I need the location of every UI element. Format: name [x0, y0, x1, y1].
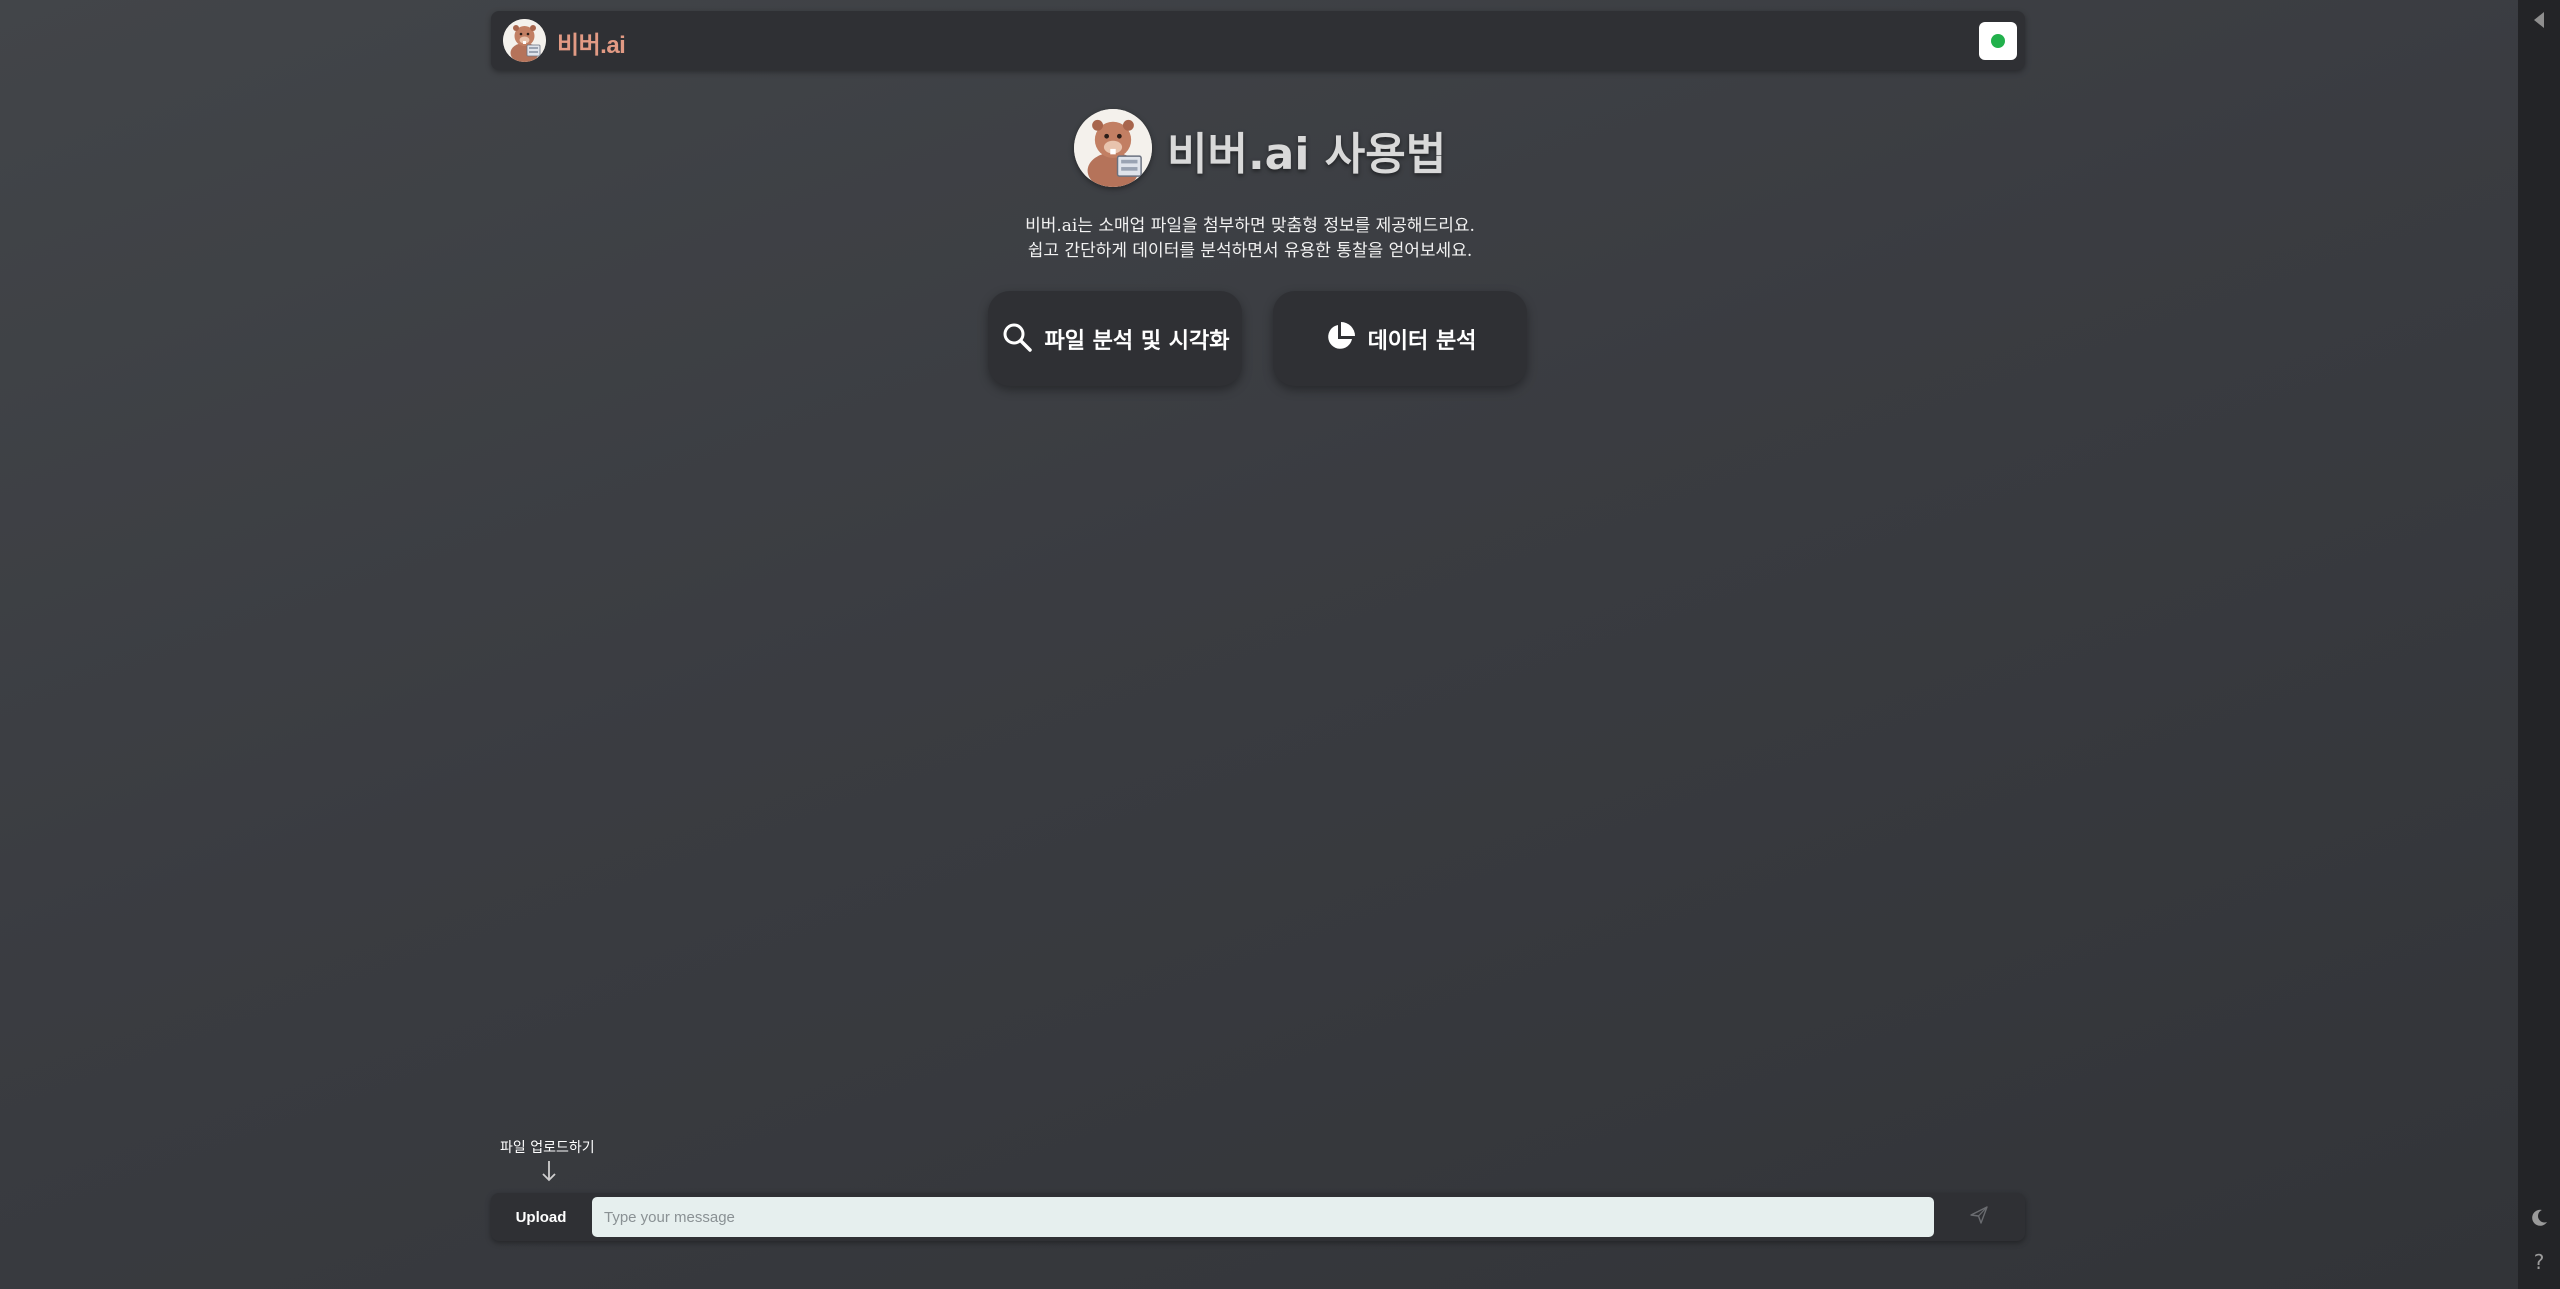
search-icon	[1001, 321, 1033, 357]
file-analysis-label: 파일 분석 및 시각화	[1044, 328, 1230, 354]
hero-description-line-1: 비버.ai는 소매업 파일을 첨부하면 맞춤형 정보를 제공해드리요.	[1025, 216, 1475, 236]
top-header: 비버.ai	[491, 11, 2025, 70]
send-icon	[1969, 1205, 1989, 1229]
online-status-icon	[1991, 34, 2005, 48]
app-page: 비버.ai 비버.ai 사용법 비버.ai는 소매업 파일을 첨부하면 맞춤형 …	[0, 0, 2560, 1289]
right-sidebar: ?	[2518, 0, 2560, 1289]
arrow-down-icon	[540, 1159, 558, 1183]
help-icon[interactable]: ?	[2518, 1250, 2560, 1274]
upload-button[interactable]: Upload	[505, 1199, 577, 1235]
chat-input-bar: Upload	[491, 1193, 2025, 1241]
hero-beaver-logo-icon	[1074, 109, 1152, 187]
collapse-sidebar-icon[interactable]	[2531, 10, 2547, 30]
page-title: 비버.ai 사용법	[1167, 129, 1447, 180]
file-analysis-visualization-button[interactable]: 파일 분석 및 시각화	[988, 291, 1242, 386]
upload-hint-label: 파일 업로드하기	[500, 1140, 595, 1156]
dark-mode-moon-icon[interactable]	[2529, 1208, 2549, 1228]
message-input[interactable]	[592, 1197, 1934, 1237]
hero-description: 비버.ai는 소매업 파일을 첨부하면 맞춤형 정보를 제공해드리요. 쉽고 간…	[900, 214, 1600, 264]
hero-description-line-2: 쉽고 간단하게 데이터를 분석하면서 유용한 통찰을 얻어보세요.	[1027, 241, 1473, 261]
send-button[interactable]	[1949, 1199, 2009, 1235]
pie-chart-icon	[1324, 321, 1356, 357]
data-analysis-label: 데이터 분석	[1367, 328, 1477, 354]
data-analysis-button[interactable]: 데이터 분석	[1273, 291, 1527, 386]
brand-name[interactable]: 비버.ai	[557, 25, 626, 60]
beaver-logo-icon[interactable]	[503, 19, 546, 62]
status-button[interactable]	[1979, 22, 2017, 60]
